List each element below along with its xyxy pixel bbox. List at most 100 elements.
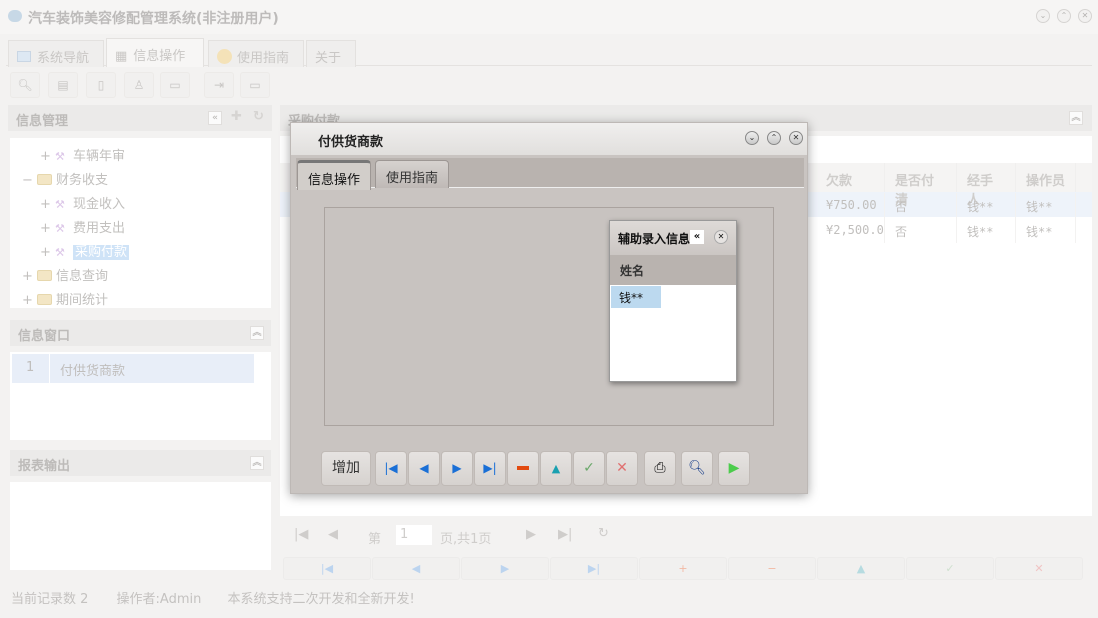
cross-icon: ✕ xyxy=(616,460,628,476)
magnifier-icon: 🔍︎ xyxy=(688,460,706,476)
window-icon[interactable]: ▭ xyxy=(240,72,270,98)
tree-item[interactable]: + 期间统计 xyxy=(22,289,108,308)
triangle-up-icon: ▲ xyxy=(551,462,561,475)
save-record-button[interactable]: ✓ xyxy=(906,557,994,580)
minimize-button[interactable]: ⌄ xyxy=(1036,9,1050,23)
window-list-item[interactable]: 付供货商款 xyxy=(50,354,254,383)
refresh-icon[interactable]: ↻ xyxy=(598,526,609,541)
tab-label: 系统导航 xyxy=(37,51,90,66)
prev-page-icon[interactable]: ◀ xyxy=(328,527,338,542)
play-icon: ▶ xyxy=(728,460,740,476)
tree-item-selected[interactable]: + ⚒ 采购付款 xyxy=(40,241,130,260)
minimize-button[interactable]: ⌄ xyxy=(745,131,759,145)
minus-icon xyxy=(517,466,529,470)
tree-item[interactable]: + ⚒ 车辆年审 xyxy=(40,145,125,164)
tree-label: 现金收入 xyxy=(73,197,126,212)
app-logo-icon xyxy=(8,10,22,22)
col-header[interactable]: 是否付清 xyxy=(885,163,957,208)
next-button[interactable]: ▶ xyxy=(441,451,473,486)
tab-info-ops[interactable]: 信息操作 xyxy=(297,160,372,190)
delete-record-button[interactable]: − xyxy=(728,557,816,580)
maximize-button[interactable]: ⌃ xyxy=(767,131,781,145)
cell: 否 xyxy=(885,193,957,218)
column-header[interactable]: 姓名 xyxy=(610,255,736,285)
collapse-left-icon[interactable]: « xyxy=(690,230,704,244)
export-icon[interactable]: ⇥ xyxy=(204,72,234,98)
tree-label: 期间统计 xyxy=(56,293,109,308)
collapse-left-icon[interactable]: « xyxy=(208,111,222,125)
tab-info-ops[interactable]: ▦ 信息操作 xyxy=(106,38,204,67)
first-page-icon[interactable]: |◀ xyxy=(294,527,308,542)
report-header: 报表输出 ︽ xyxy=(10,450,271,476)
first-button[interactable]: |◀ xyxy=(375,451,407,486)
tab-about[interactable]: 关于 xyxy=(306,40,356,67)
status-message: 本系统支持二次开发和全新开发! xyxy=(227,592,415,607)
dialog-titlebar[interactable]: 付供货商款 ⌄ ⌃ ✕ xyxy=(291,123,807,155)
tree-item[interactable]: + ⚒ 费用支出 xyxy=(40,217,125,236)
preview-button[interactable]: 🔍︎ xyxy=(681,451,713,486)
add-record-button[interactable]: + xyxy=(639,557,727,580)
prev-button[interactable]: ◀ xyxy=(408,451,440,486)
col-header[interactable]: 操作员 xyxy=(1016,163,1076,192)
folder-icon xyxy=(37,174,53,185)
tool-icon: ⚒ xyxy=(55,246,65,259)
tab-guide[interactable]: 使用指南 xyxy=(208,40,304,67)
edit-record-button[interactable]: ▲ xyxy=(817,557,905,580)
maximize-button[interactable]: ⌃ xyxy=(1057,9,1071,23)
check-icon: ✓ xyxy=(583,460,595,476)
col-header[interactable]: 欠款 xyxy=(816,163,885,192)
prev-record-button[interactable]: ◀ xyxy=(372,557,460,580)
last-button[interactable]: ▶| xyxy=(474,451,506,486)
delete-button[interactable] xyxy=(507,451,539,486)
collapse-up-icon[interactable]: ︽ xyxy=(250,326,264,340)
collapse-up-icon[interactable]: ︽ xyxy=(1069,111,1083,125)
main-tabs: 系统导航 ▦ 信息操作 使用指南 关于 xyxy=(6,38,1092,67)
print-button[interactable]: ⎙ xyxy=(644,451,676,486)
record-count: 当前记录数 2 xyxy=(11,592,89,607)
run-button[interactable]: ▶ xyxy=(718,451,750,486)
add-button[interactable]: 增加 xyxy=(321,451,371,486)
monitor-icon[interactable]: ▭ xyxy=(160,72,190,98)
confirm-button[interactable]: ✓ xyxy=(573,451,605,486)
close-button[interactable]: ✕ xyxy=(1078,9,1092,23)
tree-item[interactable]: + ⚒ 现金收入 xyxy=(40,193,125,212)
refresh-icon[interactable]: ↻ xyxy=(253,109,264,124)
add-icon[interactable]: ✚ xyxy=(231,109,242,124)
tab-guide[interactable]: 使用指南 xyxy=(375,160,450,188)
close-icon[interactable]: ✕ xyxy=(714,230,728,244)
first-record-button[interactable]: |◀ xyxy=(283,557,371,580)
popup-row[interactable]: 钱** xyxy=(611,286,661,308)
status-bar: 当前记录数 2 操作者:Admin 本系统支持二次开发和全新开发! xyxy=(0,584,1098,610)
cell: 钱** xyxy=(957,218,1016,243)
popup-title: 辅助录入信息 xyxy=(618,232,691,246)
tab-label: 使用指南 xyxy=(237,51,290,66)
list-icon[interactable]: ▤ xyxy=(48,72,78,98)
tree-item[interactable]: + 信息查询 xyxy=(22,265,108,284)
tab-system-nav[interactable]: 系统导航 xyxy=(8,40,104,67)
collapse-up-icon[interactable]: ︽ xyxy=(250,456,264,470)
folder-icon xyxy=(37,294,53,305)
search-icon[interactable]: 🔍︎ xyxy=(10,72,40,98)
monitor-icon xyxy=(17,51,31,62)
cell: 钱** xyxy=(957,193,1016,218)
close-button[interactable]: ✕ xyxy=(789,131,803,145)
page-input[interactable]: 1 xyxy=(396,525,432,545)
dialog-tabs: 信息操作 使用指南 xyxy=(296,158,804,190)
pager-label: 第 xyxy=(368,532,382,547)
tree-item[interactable]: − 财务收支 xyxy=(22,169,108,188)
cancel-button[interactable]: ✕ xyxy=(606,451,638,486)
user-icon[interactable]: ♙ xyxy=(124,72,154,98)
info-mgmt-header: 信息管理 « ✚ ↻ xyxy=(8,105,272,131)
up-button[interactable]: ▲ xyxy=(540,451,572,486)
info-window-header: 信息窗口 ︽ xyxy=(10,320,271,346)
cancel-record-button[interactable]: ✕ xyxy=(995,557,1083,580)
col-header[interactable]: 经手人 xyxy=(957,163,1016,208)
next-page-icon[interactable]: ▶ xyxy=(526,527,536,542)
row-number: 1 xyxy=(12,354,49,383)
report-area xyxy=(10,482,271,570)
next-record-button[interactable]: ▶ xyxy=(461,557,549,580)
last-record-button[interactable]: ▶| xyxy=(550,557,638,580)
document-icon[interactable]: ▯ xyxy=(86,72,116,98)
help-icon xyxy=(217,49,232,64)
last-page-icon[interactable]: ▶| xyxy=(558,527,572,542)
